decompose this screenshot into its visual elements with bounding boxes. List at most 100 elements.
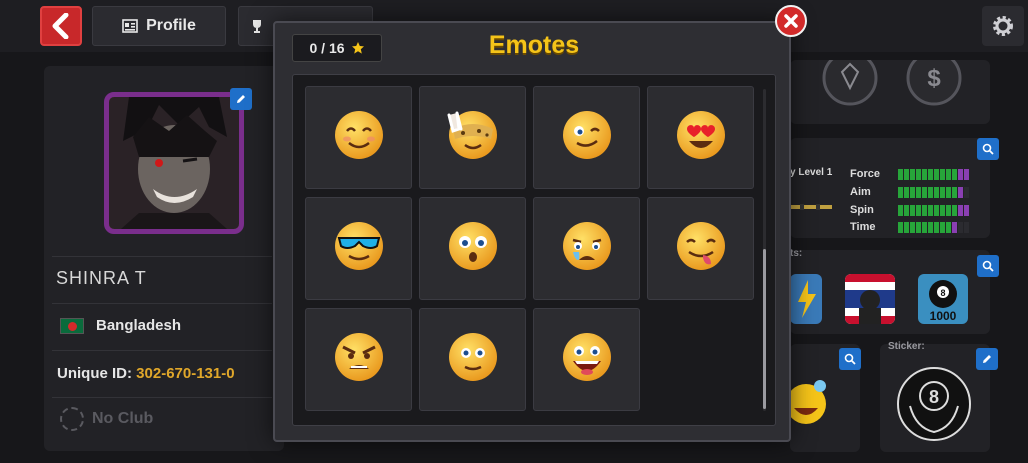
emote-cell[interactable] (305, 308, 412, 411)
achievement-thailand-flag-icon[interactable] (845, 274, 895, 324)
divider (52, 350, 272, 351)
pencil-icon (983, 355, 991, 363)
cue-stick-icon (790, 204, 832, 210)
unique-id: Unique ID: 302-670-131-0 (57, 365, 235, 382)
emote-cell[interactable] (305, 197, 412, 300)
emote-cell[interactable] (647, 86, 754, 189)
pencil-icon (237, 95, 245, 103)
stat-segment (910, 204, 915, 216)
stat-bar (898, 221, 969, 233)
edit-avatar-button[interactable] (230, 88, 252, 110)
stat-segment (922, 186, 927, 198)
stat-segment (910, 168, 915, 180)
emote-cell[interactable] (647, 197, 754, 300)
smiling-face-with-sunglasses-icon (331, 218, 387, 279)
club-button[interactable]: No Club (60, 407, 153, 431)
player-country: Bangladesh (60, 317, 181, 334)
stat-segment (922, 221, 927, 233)
scrollbar[interactable] (763, 89, 766, 411)
back-button[interactable] (40, 6, 82, 46)
stat-segment (916, 186, 921, 198)
stat-segment (904, 204, 909, 216)
stat-segment (928, 221, 933, 233)
divider (52, 303, 272, 304)
cue-level: y Level 1 (790, 167, 833, 178)
settings-button[interactable] (982, 6, 1024, 46)
emote-cell[interactable] (419, 86, 526, 189)
stat-segment (946, 204, 951, 216)
stat-segment (958, 186, 963, 198)
grinning-face-big-eyes-icon (559, 329, 615, 390)
lightning-icon (798, 280, 816, 318)
stat-segment (916, 204, 921, 216)
unique-id-label: Unique ID: (57, 365, 132, 382)
emote-cell[interactable] (305, 86, 412, 189)
emote-search-button[interactable] (839, 348, 861, 370)
bangladesh-flag-icon (60, 317, 84, 334)
face-savoring-food-icon (673, 218, 729, 279)
achievement-8ball-1000-icon[interactable]: 8 1000 (918, 274, 968, 324)
thailand-flag-icon (845, 274, 895, 324)
stat-segment (904, 168, 909, 180)
crying-face-icon (559, 218, 615, 279)
svg-text:$: $ (927, 65, 941, 92)
smiling-face-with-heart-eyes-icon (673, 107, 729, 168)
stat-name: Time (850, 221, 876, 233)
tab-profile-label: Profile (146, 17, 196, 34)
rank-badges: $ (822, 50, 962, 106)
emote-cell[interactable] (419, 197, 526, 300)
achievements-label: ts: (790, 248, 803, 259)
emote-cell[interactable] (419, 308, 526, 411)
magnifier-icon (982, 143, 994, 155)
close-button[interactable] (775, 5, 807, 37)
stat-segment (952, 168, 957, 180)
stat-segment (928, 186, 933, 198)
stat-bar (898, 186, 969, 198)
divider (52, 397, 272, 398)
back-arrow-icon (52, 13, 69, 39)
stat-segment (898, 168, 903, 180)
stat-segment (898, 221, 903, 233)
achievements-search-button[interactable] (977, 255, 999, 277)
face-with-victory-hand-and-leopard-mask-icon (445, 107, 501, 168)
player-name: SHINRA T (56, 268, 147, 288)
stat-row: Time (850, 221, 969, 233)
stat-name: Force (850, 168, 880, 180)
emote-cell[interactable] (533, 86, 640, 189)
stat-segment (910, 221, 915, 233)
magnifier-icon (982, 260, 994, 272)
smiling-face-with-smiling-eyes-icon (331, 107, 387, 168)
stat-segment (940, 168, 945, 180)
club-label: No Club (92, 410, 154, 427)
stat-row: Force (850, 168, 969, 180)
stat-row: Aim (850, 186, 969, 198)
stat-segment (916, 221, 921, 233)
emote-cell[interactable] (533, 308, 640, 411)
face-with-open-eyes-icon (445, 329, 501, 390)
cue-search-button[interactable] (977, 138, 999, 160)
club-placeholder-icon (60, 407, 84, 431)
edit-sticker-button[interactable] (976, 348, 998, 370)
stat-segment (904, 221, 909, 233)
stat-segment (964, 186, 969, 198)
achievement-lightning-icon[interactable] (790, 274, 822, 324)
scrollbar-thumb[interactable] (763, 249, 766, 409)
tab-profile[interactable]: Profile (92, 6, 226, 46)
stat-bar (898, 168, 969, 180)
stat-segment (928, 168, 933, 180)
avatar[interactable] (104, 92, 244, 234)
divider (52, 256, 272, 257)
profile-card-icon (122, 19, 138, 33)
angry-face-icon (331, 329, 387, 390)
stat-segment (940, 204, 945, 216)
stat-segment (934, 204, 939, 216)
emote-cell[interactable] (533, 197, 640, 300)
stat-segment (940, 221, 945, 233)
stat-segment (946, 168, 951, 180)
close-icon (784, 14, 798, 28)
sticker-label: Sticker: (888, 341, 925, 352)
stat-segment (898, 204, 903, 216)
svg-text:8: 8 (929, 387, 939, 407)
stat-segment (958, 221, 963, 233)
stat-segment (910, 186, 915, 198)
